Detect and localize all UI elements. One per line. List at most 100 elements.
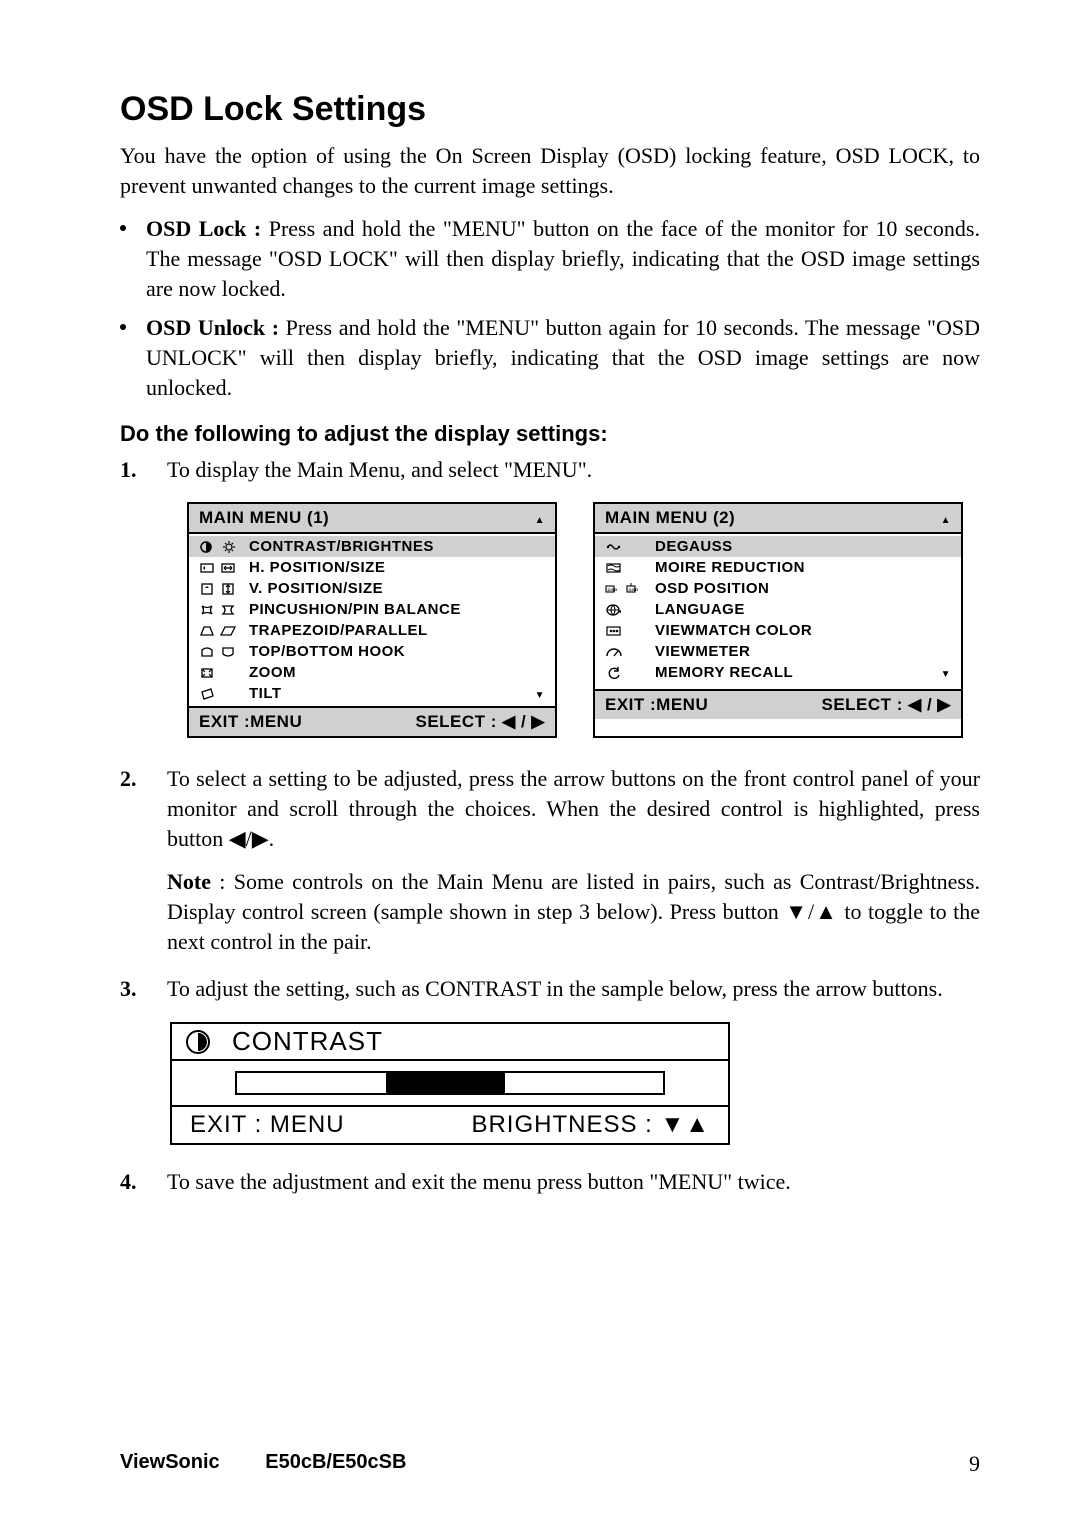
menu1-item-label: H. POSITION/SIZE <box>249 559 385 576</box>
menu2-select: SELECT : ◀ / ▶ <box>822 695 952 715</box>
contrast-icon <box>199 540 217 554</box>
contrast-title-text: CONTRAST <box>232 1026 383 1057</box>
note-text: : Some controls on the Main Menu are lis… <box>167 869 980 953</box>
menu2-item-label: LANGUAGE <box>655 601 745 618</box>
step-1: 1. To display the Main Menu, and select … <box>120 455 980 485</box>
menu1-title: MAIN MENU (1) <box>199 508 329 528</box>
parallel-icon <box>220 624 238 638</box>
menu1-item-pin: PINCUSHION/PIN BALANCE <box>189 599 555 620</box>
menu2-item-degauss: DEGAUSS <box>595 536 961 557</box>
menu2-exit: EXIT :MENU <box>605 695 708 715</box>
footer-page-number: 9 <box>969 1451 980 1477</box>
menu1-item-label: CONTRAST/BRIGHTNES <box>249 538 434 555</box>
menu2-item-moire: MOIRE REDUCTION <box>595 557 961 578</box>
vsize-icon <box>220 582 238 596</box>
step-3: 3. To adjust the setting, such as CONTRA… <box>120 974 980 1004</box>
footer-model: E50cB/E50cSB <box>265 1451 406 1473</box>
steps-list: 1. To display the Main Menu, and select … <box>120 455 980 485</box>
menu-diagram-row: MAIN MENU (1) CONTRAST/BRIGHTNES H <box>170 502 980 738</box>
footer-brand: ViewSonic <box>120 1451 220 1473</box>
menu1-item-vpos: V. POSITION/SIZE <box>189 578 555 599</box>
bullet-list: OSD Lock : Press and hold the "MENU" but… <box>120 214 980 402</box>
menu2-item-label: OSD POSITION <box>655 580 769 597</box>
menu2-title-bar: MAIN MENU (2) <box>595 504 961 534</box>
menu1-item-hpos: H. POSITION/SIZE <box>189 557 555 578</box>
note-lead: Note <box>167 869 211 894</box>
vpos-icon <box>199 582 217 596</box>
step-4-text: To save the adjustment and exit the menu… <box>167 1167 980 1197</box>
pincushion-icon <box>199 603 217 617</box>
menu1-item-trap: TRAPEZOID/PARALLEL <box>189 620 555 641</box>
zoom-icon <box>199 666 217 680</box>
arrow-up-icon <box>941 508 951 528</box>
contrast-title-row: CONTRAST <box>172 1024 728 1059</box>
color-icon <box>605 624 623 638</box>
tophook-icon <box>199 645 217 659</box>
menu1-item-contrast: CONTRAST/BRIGHTNES <box>189 536 555 557</box>
hpos-icon <box>199 561 217 575</box>
menu2-title: MAIN MENU (2) <box>605 508 735 528</box>
contrast-footer: EXIT : MENU BRIGHTNESS : ▼▲ <box>172 1107 728 1143</box>
osdv-icon: OSD <box>626 582 644 596</box>
pinbalance-icon <box>220 603 238 617</box>
menu1-item-label: TOP/BOTTOM HOOK <box>249 643 405 660</box>
menu2-item-lang: LANGUAGE <box>595 599 961 620</box>
contrast-panel: CONTRAST EXIT : MENU BRIGHTNESS : ▼▲ <box>170 1022 730 1145</box>
bullet-lead: OSD Lock : <box>146 216 269 241</box>
menu1-body: CONTRAST/BRIGHTNES H. POSITION/SIZE V. P… <box>189 534 555 706</box>
step-3-text: To adjust the setting, such as CONTRAST … <box>167 974 980 1004</box>
hsize-icon <box>220 561 238 575</box>
menu2-item-label: VIEWMATCH COLOR <box>655 622 812 639</box>
menu2-footer: EXIT :MENU SELECT : ◀ / ▶ <box>595 689 961 719</box>
step-4: 4. To save the adjustment and exit the m… <box>120 1167 980 1197</box>
menu1-title-bar: MAIN MENU (1) <box>189 504 555 534</box>
step-number: 4. <box>120 1167 142 1197</box>
tilt-icon <box>199 687 217 701</box>
bullet-dot-icon <box>120 225 126 231</box>
moire-icon <box>605 561 623 575</box>
step-2: 2. To select a setting to be adjusted, p… <box>120 764 980 956</box>
bullet-osd-unlock: OSD Unlock : Press and hold the "MENU" b… <box>120 313 980 402</box>
menu1-item-label: TRAPEZOID/PARALLEL <box>249 622 428 639</box>
bottomhook-icon <box>220 645 238 659</box>
bullet-lead: OSD Unlock : <box>146 315 286 340</box>
degauss-icon <box>605 540 623 554</box>
intro-text: You have the option of using the On Scre… <box>120 141 980 200</box>
step-number: 1. <box>120 455 142 485</box>
menu1-item-label: PINCUSHION/PIN BALANCE <box>249 601 461 618</box>
contrast-bar <box>235 1071 665 1095</box>
menu1-item-label: ZOOM <box>249 664 296 681</box>
step-number: 2. <box>120 764 142 956</box>
svg-text:OSD: OSD <box>629 587 639 592</box>
viewmeter-icon <box>605 645 623 659</box>
step-body: To display the Main Menu, and select "ME… <box>167 455 980 485</box>
menu1-item-tilt: TILT <box>189 683 555 704</box>
contrast-bar-fill <box>386 1073 505 1093</box>
main-menu-1: MAIN MENU (1) CONTRAST/BRIGHTNES H <box>187 502 557 738</box>
page-title: OSD Lock Settings <box>120 90 980 129</box>
page-footer: ViewSonic E50cB/E50cSB 9 <box>120 1451 980 1477</box>
menu2-item-color: VIEWMATCH COLOR <box>595 620 961 641</box>
arrow-up-icon <box>535 508 545 528</box>
main-menu-2: MAIN MENU (2) DEGAUSS MOIRE REDUCTION OS… <box>593 502 963 738</box>
trapezoid-icon <box>199 624 217 638</box>
menu2-item-label: MOIRE REDUCTION <box>655 559 805 576</box>
contrast-circle-icon <box>186 1030 210 1054</box>
subheading: Do the following to adjust the display s… <box>120 421 980 447</box>
arrow-down-icon <box>941 664 951 681</box>
step-2-text: To select a setting to be adjusted, pres… <box>167 764 980 853</box>
menu2-item-meter: VIEWMETER <box>595 641 961 662</box>
svg-text:OSD: OSD <box>608 587 618 592</box>
contrast-bar-row <box>172 1059 728 1107</box>
menu2-item-label: DEGAUSS <box>655 538 733 555</box>
brightness-icon <box>220 540 238 554</box>
menu1-select: SELECT : ◀ / ▶ <box>416 712 546 732</box>
bullet-dot-icon <box>120 324 126 330</box>
arrow-down-icon <box>535 685 545 702</box>
contrast-exit: EXIT : MENU <box>190 1111 345 1139</box>
osdh-icon: OSD <box>605 582 623 596</box>
menu2-item-label: MEMORY RECALL <box>655 664 793 681</box>
menu1-item-label: V. POSITION/SIZE <box>249 580 383 597</box>
menu2-item-recall: MEMORY RECALL <box>595 662 961 683</box>
menu2-item-label: VIEWMETER <box>655 643 750 660</box>
